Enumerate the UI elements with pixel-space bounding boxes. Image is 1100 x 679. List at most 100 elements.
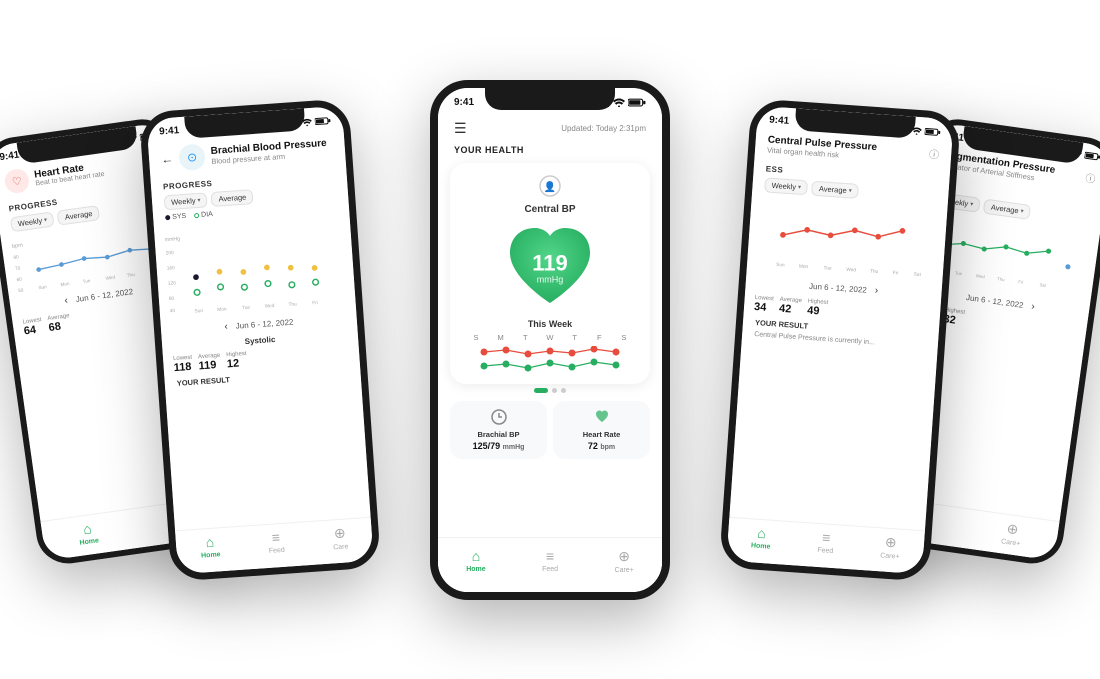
- bp-icon-row: 👤: [462, 175, 638, 202]
- stat-lowest: Lowest 118: [173, 354, 193, 373]
- svg-text:Sun: Sun: [38, 284, 47, 290]
- brachial-chart: mmHg 200 160 120 80 40: [164, 219, 346, 321]
- care-icon: ⊕: [333, 524, 346, 542]
- filter-average[interactable]: Average: [57, 205, 100, 226]
- tab-care[interactable]: ⊕ Care+: [615, 548, 634, 574]
- svg-text:Wed: Wed: [976, 273, 986, 279]
- updated-text: Updated: Today 2:31pm: [561, 124, 646, 133]
- tab-feed[interactable]: ≡ Feed: [267, 528, 285, 554]
- screen-right-inner: 9:41 ⓘ Central Pulse Pressure Vital orga…: [726, 105, 953, 574]
- svg-text:bpm: bpm: [12, 242, 24, 249]
- tab-home[interactable]: ⌂ Home: [77, 519, 100, 546]
- stat-average: Average 42: [779, 296, 802, 316]
- home-icon: ⌂: [205, 533, 215, 550]
- home-icon: ⌂: [82, 520, 93, 537]
- brachial-icon: ⊙: [178, 143, 206, 171]
- app-scene: 9:41 ♡ Heart Rate Beat to beat heart rat…: [0, 0, 1100, 679]
- hr-icon: ♡: [3, 167, 30, 194]
- right-tab-bar: ⌂ Home ≡ Feed ⊕ Care+: [726, 516, 925, 574]
- svg-text:80: 80: [169, 295, 175, 301]
- filter-weekly[interactable]: Weekly ▾: [764, 177, 808, 195]
- svg-text:200: 200: [166, 249, 175, 256]
- brachial-icon: [491, 409, 507, 428]
- time: 9:41: [454, 97, 474, 108]
- info-icon[interactable]: ⓘ: [929, 145, 940, 161]
- tab-care[interactable]: ⊕ Care+: [1001, 518, 1024, 546]
- care-icon: ⊕: [1006, 519, 1020, 537]
- hr-info: Heart Rate Beat to beat heart rate: [34, 159, 105, 187]
- svg-text:Wed: Wed: [265, 302, 275, 309]
- svg-text:mmHg: mmHg: [165, 236, 181, 243]
- heart-rate-mini-card[interactable]: Heart Rate 72 bpm: [553, 401, 650, 459]
- chevron-icon: ▾: [970, 200, 974, 207]
- brachial-info: Brachial Blood Pressure Blood pressure a…: [210, 137, 327, 165]
- status-icons: [289, 116, 331, 127]
- phone-right-inner: 9:41 ⓘ Central Pulse Pressure Vital orga…: [719, 98, 961, 582]
- care-icon: ⊕: [884, 533, 897, 551]
- right-inner-chart: Sun Mon Tue Wed Thu Fri Sat: [756, 198, 937, 285]
- filter-average[interactable]: Average ▾: [983, 198, 1031, 219]
- brachial-mini-card[interactable]: Brachial BP 125/79 mmHg: [450, 401, 547, 459]
- page-indicator: [438, 388, 662, 393]
- svg-text:40: 40: [170, 307, 176, 313]
- screen-center: 9:41 ☰ Updated: Today 2:31pm YOUR HEALTH: [438, 88, 662, 592]
- stat-highest: Highest 12: [226, 350, 248, 369]
- svg-text:👤: 👤: [544, 180, 556, 193]
- time: 9:41: [159, 125, 180, 137]
- next-arrow[interactable]: ›: [1031, 301, 1036, 312]
- svg-text:Fri: Fri: [1018, 279, 1024, 285]
- prev-arrow[interactable]: ‹: [224, 321, 228, 332]
- time: 9:41: [0, 149, 20, 163]
- status-icons: [899, 125, 941, 136]
- filter-weekly[interactable]: Weekly ▾: [10, 211, 55, 232]
- home-icon: ⌂: [757, 524, 767, 541]
- tab-care[interactable]: ⊕ Care+: [880, 532, 901, 559]
- prev-arrow[interactable]: ‹: [64, 295, 69, 306]
- svg-text:Fri: Fri: [893, 270, 899, 276]
- tab-home[interactable]: ⌂ Home: [466, 548, 485, 573]
- filter-average[interactable]: Average: [211, 189, 254, 207]
- filter-average[interactable]: Average ▾: [811, 180, 859, 198]
- svg-text:Thu: Thu: [126, 271, 135, 277]
- svg-text:120: 120: [168, 280, 177, 287]
- tab-feed[interactable]: ≡ Feed: [817, 528, 835, 554]
- stat-lowest: Lowest 34: [754, 294, 774, 313]
- tab-home[interactable]: ⌂ Home: [200, 533, 221, 559]
- heart-icon: [594, 409, 610, 428]
- chevron-icon: ▾: [1020, 207, 1024, 214]
- filter-weekly[interactable]: Weekly ▾: [164, 192, 208, 210]
- time: 9:41: [769, 114, 790, 126]
- status-icons: [598, 98, 646, 107]
- sys-dot: [165, 214, 170, 219]
- svg-text:Tue: Tue: [242, 304, 251, 311]
- menu-icon[interactable]: ☰: [454, 120, 467, 137]
- svg-text:Mon: Mon: [799, 263, 809, 270]
- tab-care[interactable]: ⊕ Care: [332, 523, 349, 550]
- tab-feed[interactable]: ≡ Feed: [542, 548, 558, 573]
- svg-text:Sun: Sun: [776, 261, 785, 268]
- status-icons: [1058, 147, 1100, 161]
- svg-text:60: 60: [16, 276, 22, 282]
- svg-text:Tue: Tue: [823, 265, 832, 272]
- stat-average: Average 119: [198, 352, 221, 372]
- status-bar-center: 9:41: [438, 88, 662, 112]
- stat-average: Average 68: [47, 313, 72, 334]
- next-arrow[interactable]: ›: [874, 285, 878, 296]
- tab-home[interactable]: ⌂ Home: [751, 524, 772, 550]
- phone-left-inner: 9:41 ← ⊙ Brachial Blood Pressure Blood p…: [139, 98, 381, 582]
- svg-text:Fri: Fri: [312, 299, 318, 305]
- chart-dots: [466, 346, 634, 376]
- phone-center: 9:41 ☰ Updated: Today 2:31pm YOUR HEALTH: [430, 80, 670, 600]
- svg-text:160: 160: [167, 265, 176, 272]
- home-icon: ⌂: [472, 548, 480, 564]
- svg-text:Tue: Tue: [955, 270, 963, 276]
- svg-text:Mon: Mon: [217, 306, 227, 313]
- info-icon[interactable]: ⓘ: [1085, 169, 1097, 185]
- stat-highest: Highest 49: [807, 298, 829, 317]
- week-chart: S M T W T F S: [462, 333, 638, 376]
- feed-icon: ≡: [822, 529, 831, 546]
- heart-visual: 119 mmHg: [462, 223, 638, 313]
- back-button[interactable]: ←: [161, 151, 174, 166]
- indicator-dot-3: [561, 388, 566, 393]
- care-plus-icon: ⊕: [618, 548, 630, 565]
